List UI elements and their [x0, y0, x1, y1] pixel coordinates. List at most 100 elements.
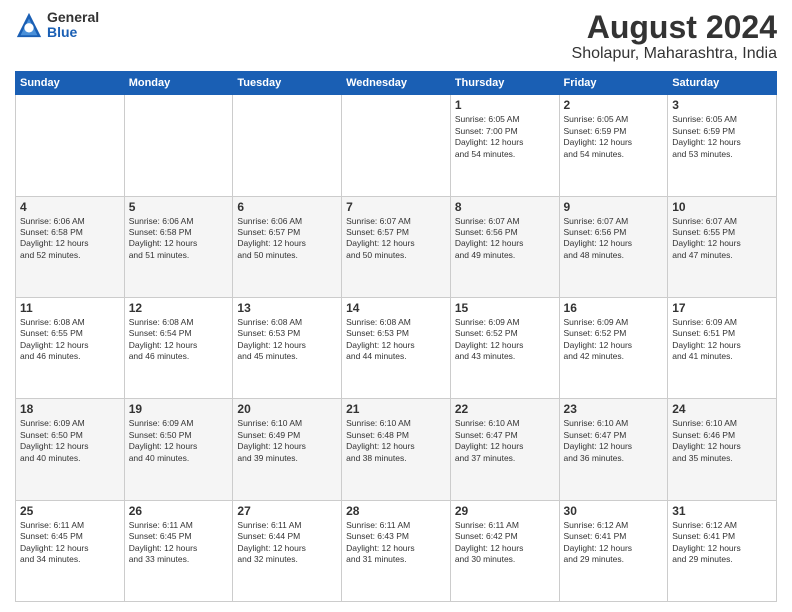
- day-number: 31: [672, 504, 772, 518]
- day-number: 5: [129, 200, 229, 214]
- day-cell-4-6: 31 Sunrise: 6:12 AM Sunset: 6:41 PM Dayli…: [668, 500, 777, 601]
- header: General Blue August 2024 Sholapur, Mahar…: [15, 10, 777, 63]
- day-number: 12: [129, 301, 229, 315]
- day-cell-3-4: 22Sunrise: 6:10 AM Sunset: 6:47 PM Dayli…: [450, 399, 559, 500]
- week-row-0: 1 Sunrise: 6:05 AM Sunset: 7:00 PM Daylig…: [16, 95, 777, 196]
- day-cell-0-3: [342, 95, 451, 196]
- day-info: Sunrise: 6:10 AM Sunset: 6:47 PM Dayligh…: [455, 418, 555, 464]
- day-cell-3-1: 19 Sunrise: 6:09 AM Sunset: 6:50 PM Dayli…: [124, 399, 233, 500]
- day-cell-1-1: 5 Sunrise: 6:06 AM Sunset: 6:58 PM Daylig…: [124, 196, 233, 297]
- day-cell-4-3: 28 Sunrise: 6:11 AM Sunset: 6:43 PM Dayli…: [342, 500, 451, 601]
- day-info: Sunrise: 6:08 AM Sunset: 6:53 PM Dayligh…: [346, 317, 446, 363]
- day-cell-3-3: 21Sunrise: 6:10 AM Sunset: 6:48 PM Dayli…: [342, 399, 451, 500]
- page: General Blue August 2024 Sholapur, Mahar…: [0, 0, 792, 612]
- col-wednesday: Wednesday: [342, 72, 451, 95]
- day-cell-2-4: 15Sunrise: 6:09 AM Sunset: 6:52 PM Dayli…: [450, 297, 559, 398]
- week-row-1: 4 Sunrise: 6:06 AM Sunset: 6:58 PM Daylig…: [16, 196, 777, 297]
- logo: General Blue: [15, 10, 99, 41]
- day-number: 19: [129, 402, 229, 416]
- day-info: Sunrise: 6:05 AM Sunset: 6:59 PM Dayligh…: [564, 114, 664, 160]
- week-row-3: 18 Sunrise: 6:09 AM Sunset: 6:50 PM Dayli…: [16, 399, 777, 500]
- day-info: Sunrise: 6:05 AM Sunset: 7:00 PM Dayligh…: [455, 114, 555, 160]
- day-info: Sunrise: 6:09 AM Sunset: 6:50 PM Dayligh…: [20, 418, 120, 464]
- day-info: Sunrise: 6:08 AM Sunset: 6:55 PM Dayligh…: [20, 317, 120, 363]
- day-info: Sunrise: 6:07 AM Sunset: 6:55 PM Dayligh…: [672, 216, 772, 262]
- day-cell-0-1: [124, 95, 233, 196]
- day-info: Sunrise: 6:10 AM Sunset: 6:46 PM Dayligh…: [672, 418, 772, 464]
- day-cell-2-5: 16 Sunrise: 6:09 AM Sunset: 6:52 PM Dayli…: [559, 297, 668, 398]
- calendar: Sunday Monday Tuesday Wednesday Thursday…: [15, 71, 777, 602]
- day-cell-0-0: [16, 95, 125, 196]
- day-number: 26: [129, 504, 229, 518]
- day-cell-4-0: 25 Sunrise: 6:11 AM Sunset: 6:45 PM Dayli…: [16, 500, 125, 601]
- day-info: Sunrise: 6:09 AM Sunset: 6:50 PM Dayligh…: [129, 418, 229, 464]
- day-cell-0-2: [233, 95, 342, 196]
- day-number: 15: [455, 301, 555, 315]
- day-number: 16: [564, 301, 664, 315]
- logo-icon: [15, 11, 43, 39]
- day-info: Sunrise: 6:11 AM Sunset: 6:44 PM Dayligh…: [237, 520, 337, 566]
- day-info: Sunrise: 6:12 AM Sunset: 6:41 PM Dayligh…: [564, 520, 664, 566]
- day-info: Sunrise: 6:06 AM Sunset: 6:58 PM Dayligh…: [129, 216, 229, 262]
- col-saturday: Saturday: [668, 72, 777, 95]
- logo-blue-text: Blue: [47, 25, 99, 40]
- day-number: 23: [564, 402, 664, 416]
- day-info: Sunrise: 6:05 AM Sunset: 6:59 PM Dayligh…: [672, 114, 772, 160]
- col-tuesday: Tuesday: [233, 72, 342, 95]
- day-cell-2-0: 11 Sunrise: 6:08 AM Sunset: 6:55 PM Dayli…: [16, 297, 125, 398]
- day-info: Sunrise: 6:09 AM Sunset: 6:51 PM Dayligh…: [672, 317, 772, 363]
- day-cell-2-6: 17 Sunrise: 6:09 AM Sunset: 6:51 PM Dayli…: [668, 297, 777, 398]
- day-number: 29: [455, 504, 555, 518]
- day-cell-4-5: 30 Sunrise: 6:12 AM Sunset: 6:41 PM Dayli…: [559, 500, 668, 601]
- day-number: 14: [346, 301, 446, 315]
- day-info: Sunrise: 6:11 AM Sunset: 6:45 PM Dayligh…: [129, 520, 229, 566]
- day-info: Sunrise: 6:07 AM Sunset: 6:56 PM Dayligh…: [455, 216, 555, 262]
- day-number: 28: [346, 504, 446, 518]
- day-number: 11: [20, 301, 120, 315]
- day-cell-1-2: 6Sunrise: 6:06 AM Sunset: 6:57 PM Daylig…: [233, 196, 342, 297]
- day-number: 25: [20, 504, 120, 518]
- day-number: 30: [564, 504, 664, 518]
- day-info: Sunrise: 6:08 AM Sunset: 6:53 PM Dayligh…: [237, 317, 337, 363]
- logo-text: General Blue: [47, 10, 99, 41]
- day-info: Sunrise: 6:09 AM Sunset: 6:52 PM Dayligh…: [564, 317, 664, 363]
- day-cell-3-6: 24 Sunrise: 6:10 AM Sunset: 6:46 PM Dayli…: [668, 399, 777, 500]
- day-cell-0-4: 1 Sunrise: 6:05 AM Sunset: 7:00 PM Daylig…: [450, 95, 559, 196]
- day-number: 4: [20, 200, 120, 214]
- day-cell-4-2: 27 Sunrise: 6:11 AM Sunset: 6:44 PM Dayli…: [233, 500, 342, 601]
- day-cell-4-4: 29Sunrise: 6:11 AM Sunset: 6:42 PM Dayli…: [450, 500, 559, 601]
- day-cell-3-0: 18 Sunrise: 6:09 AM Sunset: 6:50 PM Dayli…: [16, 399, 125, 500]
- day-number: 17: [672, 301, 772, 315]
- day-cell-0-6: 3Sunrise: 6:05 AM Sunset: 6:59 PM Daylig…: [668, 95, 777, 196]
- main-title: August 2024: [572, 10, 777, 45]
- day-number: 21: [346, 402, 446, 416]
- day-number: 24: [672, 402, 772, 416]
- day-info: Sunrise: 6:10 AM Sunset: 6:47 PM Dayligh…: [564, 418, 664, 464]
- day-cell-3-5: 23 Sunrise: 6:10 AM Sunset: 6:47 PM Dayli…: [559, 399, 668, 500]
- subtitle: Sholapur, Maharashtra, India: [572, 45, 777, 63]
- day-number: 2: [564, 98, 664, 112]
- day-info: Sunrise: 6:06 AM Sunset: 6:58 PM Dayligh…: [20, 216, 120, 262]
- col-thursday: Thursday: [450, 72, 559, 95]
- day-number: 10: [672, 200, 772, 214]
- title-section: August 2024 Sholapur, Maharashtra, India: [572, 10, 777, 63]
- day-number: 1: [455, 98, 555, 112]
- col-sunday: Sunday: [16, 72, 125, 95]
- day-number: 7: [346, 200, 446, 214]
- week-row-2: 11 Sunrise: 6:08 AM Sunset: 6:55 PM Dayli…: [16, 297, 777, 398]
- day-info: Sunrise: 6:11 AM Sunset: 6:45 PM Dayligh…: [20, 520, 120, 566]
- day-number: 18: [20, 402, 120, 416]
- day-number: 27: [237, 504, 337, 518]
- day-info: Sunrise: 6:07 AM Sunset: 6:57 PM Dayligh…: [346, 216, 446, 262]
- day-cell-2-2: 13Sunrise: 6:08 AM Sunset: 6:53 PM Dayli…: [233, 297, 342, 398]
- day-cell-1-4: 8Sunrise: 6:07 AM Sunset: 6:56 PM Daylig…: [450, 196, 559, 297]
- logo-general-text: General: [47, 10, 99, 25]
- day-number: 20: [237, 402, 337, 416]
- day-cell-2-1: 12Sunrise: 6:08 AM Sunset: 6:54 PM Dayli…: [124, 297, 233, 398]
- day-cell-2-3: 14 Sunrise: 6:08 AM Sunset: 6:53 PM Dayli…: [342, 297, 451, 398]
- day-info: Sunrise: 6:06 AM Sunset: 6:57 PM Dayligh…: [237, 216, 337, 262]
- day-info: Sunrise: 6:07 AM Sunset: 6:56 PM Dayligh…: [564, 216, 664, 262]
- day-info: Sunrise: 6:12 AM Sunset: 6:41 PM Dayligh…: [672, 520, 772, 566]
- day-info: Sunrise: 6:11 AM Sunset: 6:43 PM Dayligh…: [346, 520, 446, 566]
- day-number: 9: [564, 200, 664, 214]
